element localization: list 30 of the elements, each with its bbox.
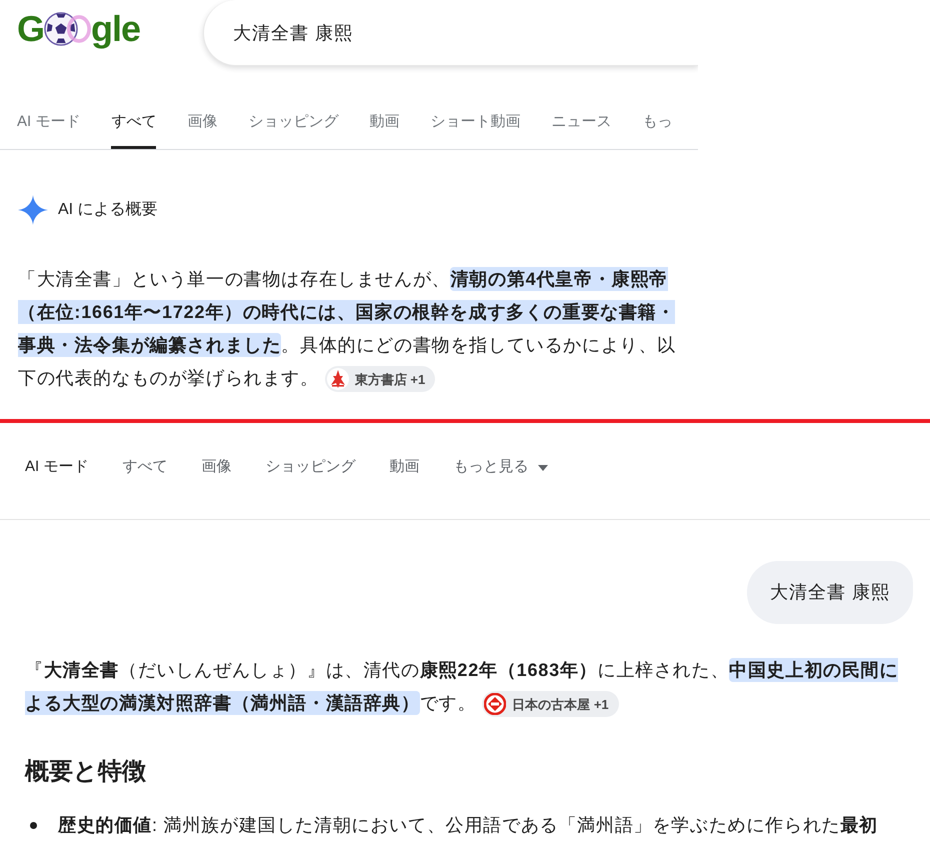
tab[interactable]: ニュース	[551, 95, 612, 149]
tower-icon	[326, 368, 349, 390]
tab[interactable]: ショッピング	[248, 95, 338, 149]
tab[interactable]: すべて	[122, 456, 168, 479]
source-chip[interactable]: 日本の古本屋 +1	[482, 691, 619, 718]
logo-text: gle	[91, 8, 140, 48]
tab[interactable]: 動画	[389, 456, 420, 479]
tab[interactable]: 動画	[369, 95, 400, 149]
query-bubble: 大清全書 康熙	[746, 561, 913, 624]
tab[interactable]: すべて	[111, 95, 156, 149]
source-chip[interactable]: 東方書店 +1	[324, 366, 436, 392]
bullet-icon	[30, 822, 37, 829]
tab[interactable]: ショート動画	[430, 95, 520, 149]
bullet-text: 歴史的価値: 満州族が建国した清朝において、公用語である「満州語」を学ぶために作られた最初	[58, 814, 878, 837]
section-heading: 概要と特徴	[25, 757, 146, 787]
tab[interactable]: もっ	[642, 95, 672, 149]
sparkle-icon	[18, 195, 48, 225]
tab[interactable]: 画像	[201, 456, 232, 479]
more-dropdown[interactable]: もっと見る	[453, 456, 548, 479]
soccer-ball-icon	[44, 12, 78, 46]
caret-icon	[538, 464, 548, 470]
logo-text: G	[17, 8, 44, 48]
tab[interactable]: AI モード	[17, 95, 80, 149]
circle-icon	[67, 14, 92, 42]
ring-icon	[484, 693, 506, 716]
tab[interactable]: AI モード	[25, 456, 88, 479]
search-field[interactable]: 大清全書 康熙	[203, 0, 698, 66]
tab[interactable]: ショッピング	[265, 456, 356, 479]
tab[interactable]: 画像	[187, 95, 218, 149]
ai-overview-title: AI による概要	[58, 200, 158, 220]
